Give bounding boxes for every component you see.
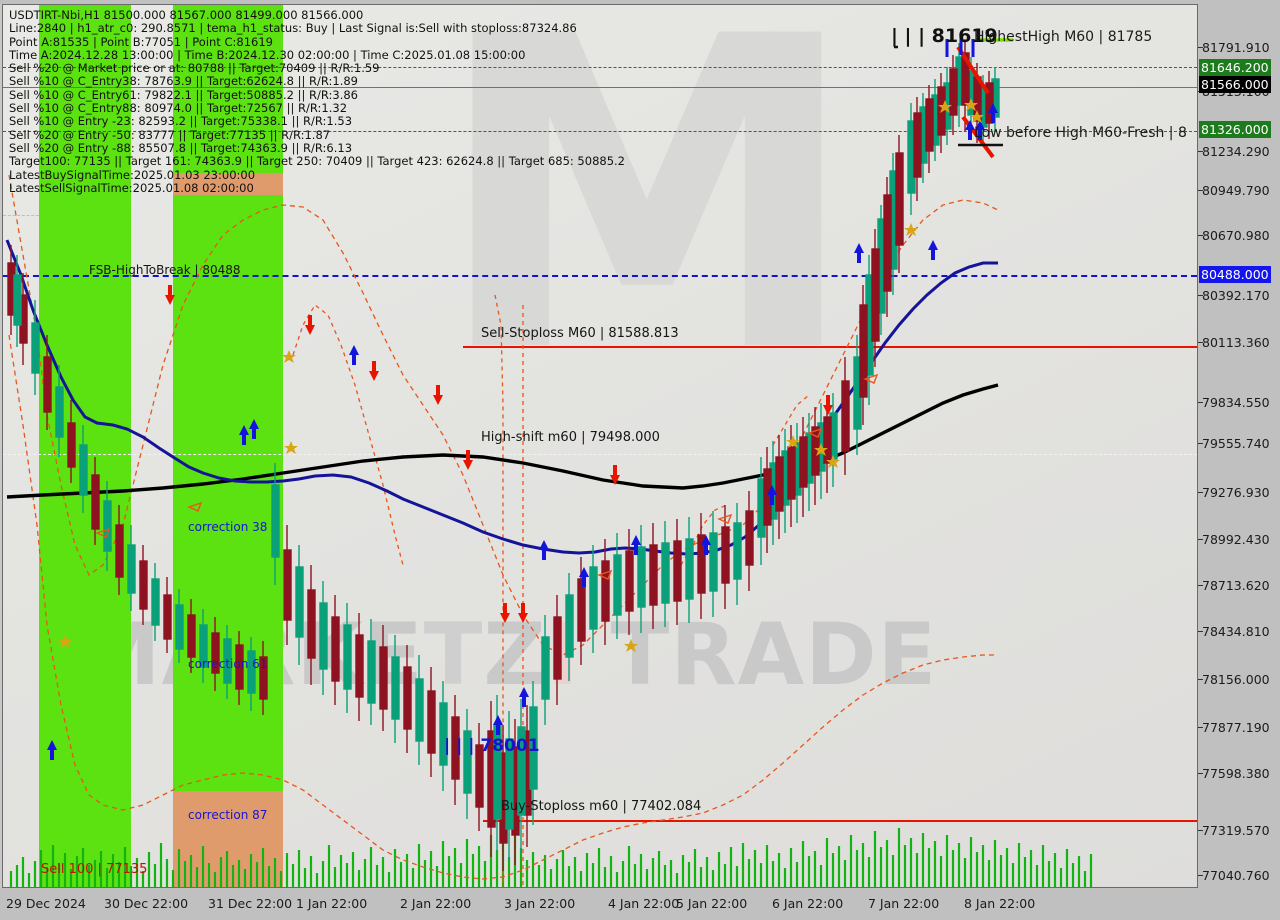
price-tick: 77040.760 <box>1198 868 1270 883</box>
price-highlight-level: 81326.000 <box>1199 121 1271 138</box>
price-tick-label: 77040.760 <box>1202 868 1270 883</box>
info-line: Time A:2024.12.28 13:00:00 | Time B:2024… <box>9 47 526 62</box>
low-marker-label: | | | 78001 <box>444 736 540 756</box>
price-tick-label: 81234.290 <box>1202 144 1270 159</box>
price-tick-label: 79276.930 <box>1202 485 1270 500</box>
price-tick: 77319.570 <box>1198 823 1270 838</box>
price-tick-label: 80113.360 <box>1202 335 1270 350</box>
price-tick-label: 77598.380 <box>1202 766 1270 781</box>
sell-stoploss-label: Sell-Stoploss M60 | 81588.813 <box>481 326 679 341</box>
price-axis[interactable]: 81791.910 81513.100 81234.290 80949.790 … <box>1198 4 1280 888</box>
price-tick-label: 77319.570 <box>1202 823 1270 838</box>
time-tick: 31 Dec 22:00 <box>208 896 293 911</box>
time-tick: 30 Dec 22:00 <box>104 896 189 911</box>
time-tick: 2 Jan 22:00 <box>400 896 472 911</box>
correction-61-label: correction 61 <box>188 657 268 671</box>
price-tick-label: 78434.810 <box>1202 624 1270 639</box>
info-line: Point A:81535 | Point B:77051 | Point C:… <box>9 34 273 49</box>
time-tick: 3 Jan 22:00 <box>504 896 576 911</box>
time-tick: 8 Jan 22:00 <box>964 896 1036 911</box>
info-line: Target100: 77135 || Target 161: 74363.9 … <box>9 154 625 169</box>
info-line: LatestBuySignalTime:2025.01.03 23:00:00 <box>9 167 256 182</box>
info-line: Sell %10 @ C_Entry88: 80974.0 || Target:… <box>9 101 348 116</box>
price-tick: 78156.000 <box>1198 672 1270 687</box>
low-before-high-label: Low before High M60-Fresh | 8 <box>974 125 1187 141</box>
info-line: Sell %10 @ Entry -23: 82593.2 || Target:… <box>9 114 353 129</box>
time-tick: 6 Jan 22:00 <box>772 896 844 911</box>
price-tick: 78713.620 <box>1198 578 1270 593</box>
price-tick: 79834.550 <box>1198 395 1270 410</box>
info-line: Sell %20 @ Entry -50: 83777 || Target:77… <box>9 127 331 142</box>
time-tick: 29 Dec 2024 <box>6 896 86 911</box>
info-line: Sell %10 @ C_Entry38: 78763.9 || Target:… <box>9 74 358 89</box>
price-tick: 79555.740 <box>1198 436 1270 451</box>
price-tick-label: 79834.550 <box>1202 395 1270 410</box>
info-line: USDTIRT-Nbi,H1 81500.000 81567.000 81499… <box>9 8 364 22</box>
price-tick: 81234.290 <box>1198 144 1270 159</box>
price-tick-label: 81791.910 <box>1202 40 1270 55</box>
price-tick-label: 80392.170 <box>1202 288 1270 303</box>
chart-info-panel: USDTIRT-Nbi,H1 81500.000 81567.000 81499… <box>9 8 625 195</box>
price-tick: 79276.930 <box>1198 485 1270 500</box>
info-line: Sell %20 @ Market price or at: 80788 || … <box>9 61 380 76</box>
price-tick-label: 79555.740 <box>1202 436 1270 451</box>
info-line: Line:2840 | h1_atr_c0: 290.8571 | tema_h… <box>9 21 577 36</box>
correction-87-label: correction 87 <box>188 808 268 822</box>
price-highlight-fsb: 80488.000 <box>1199 266 1271 283</box>
price-tick: 78434.810 <box>1198 624 1270 639</box>
time-axis[interactable]: 29 Dec 2024 30 Dec 22:00 31 Dec 22:00 1 … <box>0 892 1280 920</box>
time-tick: 5 Jan 22:00 <box>676 896 748 911</box>
price-tick-label: 77877.190 <box>1202 720 1270 735</box>
price-tick: 77598.380 <box>1198 766 1270 781</box>
price-tick: 80113.360 <box>1198 335 1270 350</box>
info-line: Sell %20 @ Entry -88: 85507.8 || Target:… <box>9 140 353 155</box>
price-tick: 80949.790 <box>1198 183 1270 198</box>
price-tick-label: 80949.790 <box>1202 183 1270 198</box>
time-tick: 4 Jan 22:00 <box>608 896 680 911</box>
price-tick: 80392.170 <box>1198 288 1270 303</box>
time-tick: 7 Jan 22:00 <box>868 896 940 911</box>
high-shift-label: High-shift m60 | 79498.000 <box>481 430 660 445</box>
buy-stoploss-label: Buy-Stoploss m60 | 77402.084 <box>501 799 702 814</box>
price-tick-label: 80670.980 <box>1202 228 1270 243</box>
info-line: LatestSellSignalTime:2025.01.08 02:00:00 <box>9 180 254 195</box>
price-tick: 81791.910 <box>1198 40 1270 55</box>
price-tick: 80670.980 <box>1198 228 1270 243</box>
price-tick: 77877.190 <box>1198 720 1270 735</box>
info-line: Sell %10 @ C_Entry61: 79822.1 || Target:… <box>9 87 358 102</box>
volume-bars <box>9 828 1093 887</box>
trading-chart-window[interactable]: M MARKETZI TRADE <box>0 0 1280 920</box>
chart-plot-area[interactable]: M MARKETZI TRADE <box>2 4 1198 888</box>
fsb-high-to-break-label: FSB-HighToBreak | 80488 <box>89 263 241 277</box>
price-tick: 78992.430 <box>1198 532 1270 547</box>
price-highlight-target: 81646.200 <box>1199 59 1271 76</box>
price-tick-label: 78713.620 <box>1202 578 1270 593</box>
price-highlight-current: 81566.000 <box>1199 76 1271 93</box>
highest-high-label: HighestHigh M60 | 81785 <box>974 29 1153 45</box>
price-tick-label: 78992.430 <box>1202 532 1270 547</box>
sell-100-label: Sell 100 | 77135 <box>41 862 148 877</box>
price-tick-label: 78156.000 <box>1202 672 1270 687</box>
time-tick: 1 Jan 22:00 <box>296 896 368 911</box>
correction-38-label: correction 38 <box>188 520 268 534</box>
